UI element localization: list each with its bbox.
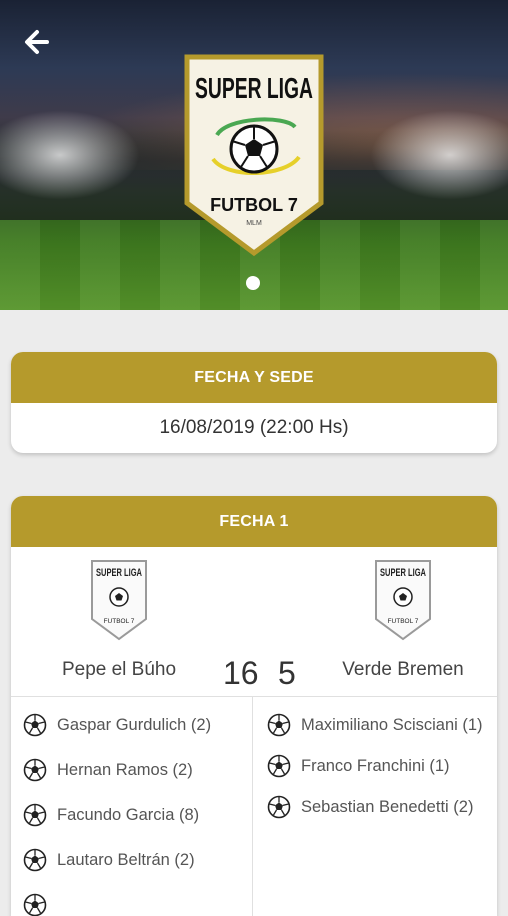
away-team-name: Verde Bremen: [342, 659, 464, 680]
scorer-name: Gaspar Gurdulich (2): [57, 716, 212, 734]
schedule-header: FECHA Y SEDE: [11, 352, 497, 403]
away-score: 5: [278, 655, 296, 691]
list-item: [23, 893, 252, 916]
soccer-ball-icon: [23, 893, 47, 916]
soccer-ball-icon: [267, 795, 291, 819]
home-logo-subtext: FUTBOL 7: [104, 618, 135, 625]
match-datetime: 16/08/2019 (22:00 Hs): [159, 417, 349, 438]
away-logo-subtext: FUTBOL 7: [388, 618, 419, 625]
home-scorers-list: Gaspar Gurdulich (2) Hernan Ramos (2) Fa…: [11, 697, 253, 916]
home-logo-text: SUPER LIGA: [96, 567, 142, 579]
carousel-indicator[interactable]: [246, 276, 260, 290]
home-score: 16: [223, 655, 259, 691]
away-team[interactable]: SUPER LIGA FUTBOL 7 Verde Bremen: [328, 559, 478, 681]
home-team-logo: SUPER LIGA FUTBOL 7: [91, 560, 147, 641]
soccer-ball-icon: [23, 848, 47, 872]
soccer-ball-icon: [23, 758, 47, 782]
list-item: Sebastian Benedetti (2): [267, 795, 495, 820]
soccer-ball-icon: [23, 803, 47, 827]
soccer-ball-icon: [23, 713, 47, 737]
scorers-section: Gaspar Gurdulich (2) Hernan Ramos (2) Fa…: [11, 697, 497, 916]
scorer-name: Franco Franchini (1): [301, 757, 450, 775]
soccer-ball-icon: [267, 713, 291, 737]
scorer-name: Sebastian Benedetti (2): [301, 798, 474, 816]
hero-banner: SUPER LIGA FUTBOL 7 MLM: [0, 0, 508, 310]
list-item: Maximiliano Scisciani (1): [267, 713, 495, 738]
round-header: FECHA 1: [11, 496, 497, 547]
list-item: Gaspar Gurdulich (2): [23, 713, 252, 738]
logo-title: SUPER LIGA: [195, 73, 313, 105]
scorer-name: Maximiliano Scisciani (1): [301, 716, 483, 734]
soccer-ball-icon: [267, 754, 291, 778]
scorer-name: Facundo Garcia (8): [57, 806, 200, 824]
schedule-card: FECHA Y SEDE 16/08/2019 (22:00 Hs): [11, 352, 497, 453]
super-liga-logo: SUPER LIGA FUTBOL 7 MLM: [184, 54, 324, 257]
away-team-logo: SUPER LIGA FUTBOL 7: [375, 560, 431, 641]
home-team[interactable]: SUPER LIGA FUTBOL 7 Pepe el Búho: [44, 559, 194, 681]
logo-small-text: MLM: [246, 220, 262, 227]
logo-subtitle: FUTBOL 7: [210, 195, 298, 215]
arrow-left-icon: [25, 30, 49, 54]
match-summary: SUPER LIGA FUTBOL 7 Pepe el Búho 16 5 SU…: [11, 547, 497, 697]
list-item: Facundo Garcia (8): [23, 803, 252, 828]
list-item: Lautaro Beltrán (2): [23, 848, 252, 873]
back-button[interactable]: [16, 22, 56, 62]
list-item: Hernan Ramos (2): [23, 758, 252, 783]
match-card: FECHA 1 SUPER LIGA FUTBOL 7 Pepe el Búho…: [11, 496, 497, 916]
away-logo-text: SUPER LIGA: [380, 567, 426, 579]
scorer-name: Lautaro Beltrán (2): [57, 851, 195, 869]
home-team-name: Pepe el Búho: [61, 659, 177, 680]
away-scorers-list: Maximiliano Scisciani (1) Franco Franchi…: [253, 697, 495, 916]
list-item: Franco Franchini (1): [267, 754, 495, 779]
scorer-name: Hernan Ramos (2): [57, 761, 193, 779]
